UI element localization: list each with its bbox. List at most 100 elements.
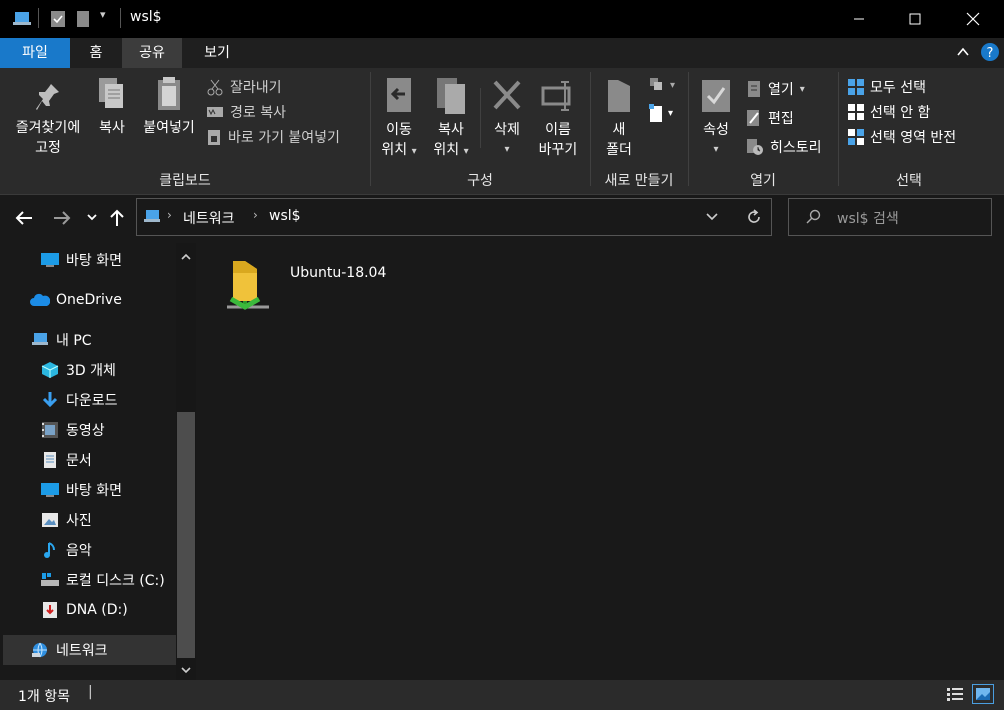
delete-button[interactable]: 삭제 ▾	[484, 76, 530, 160]
status-bar: 1개 항목 |	[0, 680, 1004, 710]
select-all-button[interactable]: 모두 선택	[848, 76, 926, 98]
sidebar-item-label: 네트워크	[56, 643, 108, 659]
move-to-icon	[387, 78, 411, 112]
breadcrumb-network[interactable]: 네트워크	[183, 208, 235, 228]
copy-path-button[interactable]: 경로 복사	[206, 101, 286, 123]
sidebar-item-label: 로컬 디스크 (C:)	[66, 573, 165, 589]
scissors-icon	[207, 79, 223, 96]
help-icon[interactable]: ?	[980, 42, 1000, 66]
sidebar-item-pictures[interactable]: 사진	[0, 505, 176, 535]
sidebar-scroll-thumb[interactable]	[177, 412, 195, 658]
sidebar-item-this-pc[interactable]: 내 PC	[0, 325, 176, 355]
back-arrow-icon[interactable]	[14, 209, 34, 231]
network-share-folder-icon	[223, 259, 273, 319]
recent-locations-chevron-icon[interactable]	[86, 211, 98, 227]
open-button[interactable]: 열기 ▾	[746, 78, 805, 100]
new-folder-button[interactable]: 새 폴더	[596, 76, 642, 160]
collapse-ribbon-icon[interactable]	[956, 45, 970, 63]
open-group-label: 열기	[750, 173, 776, 189]
sidebar-item-downloads[interactable]: 다운로드	[0, 385, 176, 415]
rename-icon	[541, 81, 571, 111]
chevron-down-icon: ▾	[713, 144, 719, 155]
forward-arrow-icon[interactable]	[52, 209, 72, 231]
explorer-app-icon	[12, 10, 34, 32]
window-title: wsl$	[130, 9, 162, 25]
usb-drive-icon	[40, 600, 60, 620]
pin-to-quick-access-button[interactable]: 즐겨찾기에 고정	[6, 80, 90, 158]
sidebar-item-videos[interactable]: 동영상	[0, 415, 176, 445]
sidebar-item-dna-d[interactable]: DNA (D:)	[0, 595, 176, 625]
list-item[interactable]: Ubuntu-18.04	[223, 259, 423, 319]
sidebar-item-label: 바탕 화면	[66, 483, 122, 499]
sidebar-item-music[interactable]: 음악	[0, 535, 176, 565]
sidebar-item-local-disk-c[interactable]: 로컬 디스크 (C:)	[0, 565, 176, 595]
sidebar-item-3d-objects[interactable]: 3D 개체	[0, 355, 176, 385]
item-count: 1개 항목	[18, 689, 70, 705]
download-icon	[40, 390, 60, 410]
rename-button[interactable]: 이름 바꾸기	[530, 76, 586, 160]
cut-label: 잘라내기	[230, 80, 282, 96]
minimize-button[interactable]	[830, 0, 888, 38]
sidebar-item-label: OneDrive	[56, 292, 122, 308]
close-button[interactable]	[944, 0, 1002, 38]
address-bar[interactable]: › 네트워크 › wsl$	[136, 198, 772, 236]
copy-button[interactable]: 복사	[90, 76, 134, 138]
move-to-button[interactable]: 이동 위치 ▾	[374, 76, 424, 162]
easy-access-icon[interactable]: ▾	[648, 102, 678, 128]
divider	[38, 8, 39, 28]
properties-quick-icon[interactable]	[50, 10, 66, 32]
edit-pencil-icon	[747, 110, 759, 126]
ribbon-tabs: 파일 홈 공유 보기 ?	[0, 38, 1004, 68]
sidebar-item-desktop[interactable]: 바탕 화면	[0, 245, 176, 275]
sidebar-item-documents[interactable]: 문서	[0, 445, 176, 475]
new-folder-label-line1: 새	[612, 122, 626, 138]
copy-icon	[99, 78, 123, 108]
select-none-label: 선택 안 함	[870, 105, 931, 121]
details-view-icon[interactable]	[946, 687, 964, 705]
edit-label: 편집	[768, 111, 794, 127]
search-icon	[805, 209, 821, 229]
sidebar-item-label: DNA (D:)	[66, 602, 128, 618]
select-none-button[interactable]: 선택 안 함	[848, 101, 930, 123]
cut-button[interactable]: 잘라내기	[206, 76, 282, 98]
new-item-icon[interactable]: ▾	[648, 76, 678, 98]
address-history-chevron-icon[interactable]	[705, 211, 719, 227]
tab-home[interactable]: 홈	[70, 38, 122, 68]
sidebar-item-desktop-2[interactable]: 바탕 화면	[0, 475, 176, 505]
scroll-up-arrow-icon[interactable]	[180, 250, 192, 266]
new-folder-quick-icon[interactable]	[76, 10, 90, 32]
tab-share[interactable]: 공유	[122, 38, 182, 68]
copy-path-icon	[207, 107, 223, 117]
paste-shortcut-button[interactable]: 바로 가기 붙여넣기	[206, 126, 340, 148]
clipboard-group-label: 클립보드	[159, 173, 211, 189]
paste-button[interactable]: 붙여넣기	[138, 76, 200, 138]
edit-button[interactable]: 편집	[746, 107, 794, 129]
copy-to-label-line2: 위치	[433, 142, 460, 158]
document-icon	[40, 450, 60, 470]
properties-button[interactable]: 속성 ▾	[694, 76, 738, 160]
move-to-label-line1: 이동	[386, 122, 412, 138]
sidebar-item-label: 문서	[66, 453, 92, 469]
tab-file[interactable]: 파일	[0, 38, 70, 68]
large-icons-view-icon[interactable]	[972, 684, 994, 704]
music-icon	[40, 540, 60, 560]
search-box[interactable]: wsl$ 검색	[788, 198, 992, 236]
sidebar-item-network[interactable]: 네트워크	[3, 635, 176, 665]
copy-to-button[interactable]: 복사 위치 ▾	[426, 76, 476, 162]
customize-quick-access-icon[interactable]: ▾	[100, 8, 106, 21]
tab-view[interactable]: 보기	[182, 38, 252, 68]
maximize-button[interactable]	[886, 0, 944, 38]
sidebar-item-onedrive[interactable]: OneDrive	[0, 285, 176, 315]
invert-selection-button[interactable]: 선택 영역 반전	[848, 126, 956, 148]
delete-label: 삭제	[494, 122, 520, 138]
history-button[interactable]: 히스토리	[746, 136, 822, 158]
move-to-label-line2: 위치	[381, 142, 408, 158]
chevron-down-icon: ▾	[463, 146, 469, 157]
breadcrumb-wsl[interactable]: wsl$	[269, 208, 301, 224]
refresh-icon[interactable]	[745, 208, 763, 230]
group-divider	[590, 72, 591, 186]
rename-label-line2: 바꾸기	[538, 142, 578, 158]
scroll-down-arrow-icon[interactable]	[180, 663, 192, 679]
up-arrow-icon[interactable]	[108, 208, 126, 232]
new-folder-icon	[608, 80, 630, 112]
